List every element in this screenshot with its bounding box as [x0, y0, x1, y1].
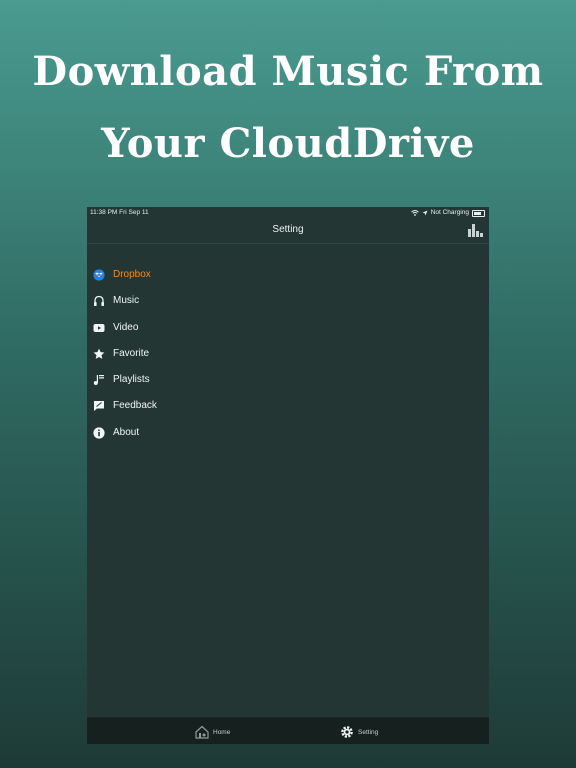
menu-item-favorite[interactable]: Favorite — [87, 341, 489, 367]
tab-setting[interactable]: Setting — [340, 724, 378, 740]
menu-item-feedback[interactable]: Feedback — [87, 393, 489, 419]
battery-icon — [472, 209, 485, 217]
feedback-icon — [94, 401, 104, 412]
tab-setting-label: Setting — [358, 728, 379, 736]
dropbox-icon — [93, 269, 105, 281]
headline-line-1: Download Music From — [32, 48, 544, 95]
battery-status-text: Not Charging — [430, 209, 469, 216]
star-icon — [93, 348, 105, 359]
headphones-icon — [94, 296, 104, 307]
menu-item-playlists[interactable]: Playlists — [87, 367, 489, 393]
app-screen: 11:38 PM Fri Sep 11 Not Charging Setting — [87, 207, 489, 744]
menu-item-music[interactable]: Music — [87, 288, 489, 314]
menu-item-video[interactable]: Video — [87, 315, 489, 341]
location-arrow-icon — [422, 210, 428, 216]
info-icon — [93, 427, 105, 439]
tab-home[interactable]: Home — [195, 724, 230, 740]
menu-label-favorite: Favorite — [113, 347, 150, 359]
gear-icon — [341, 726, 353, 738]
menu-label-playlists: Playlists — [113, 374, 150, 386]
menu-label-dropbox: Dropbox — [113, 269, 151, 280]
tab-bar: Home Setting — [87, 717, 489, 744]
menu-label-about: About — [113, 426, 140, 438]
equalizer-icon[interactable] — [467, 223, 483, 237]
playlist-icon — [93, 375, 104, 386]
menu-label-music: Music — [113, 295, 140, 307]
status-bar: 11:38 PM Fri Sep 11 Not Charging — [87, 207, 489, 219]
video-icon — [93, 323, 105, 332]
page-title: Setting — [272, 224, 304, 235]
headline-line-2: Your CloudDrive — [101, 120, 475, 167]
tab-home-label: Home — [213, 728, 231, 736]
status-time-date: 11:38 PM Fri Sep 11 — [90, 209, 149, 216]
nav-bar: Setting — [87, 219, 489, 244]
home-icon — [195, 725, 209, 739]
menu-label-video: Video — [113, 321, 139, 333]
settings-menu: Dropbox Music Video Favorite Playlists F… — [87, 262, 489, 446]
status-right-group: Not Charging — [410, 207, 485, 219]
menu-item-dropbox[interactable]: Dropbox — [87, 262, 489, 288]
menu-item-about[interactable]: About — [87, 420, 489, 446]
menu-label-feedback: Feedback — [113, 400, 157, 412]
wifi-icon — [410, 210, 419, 216]
